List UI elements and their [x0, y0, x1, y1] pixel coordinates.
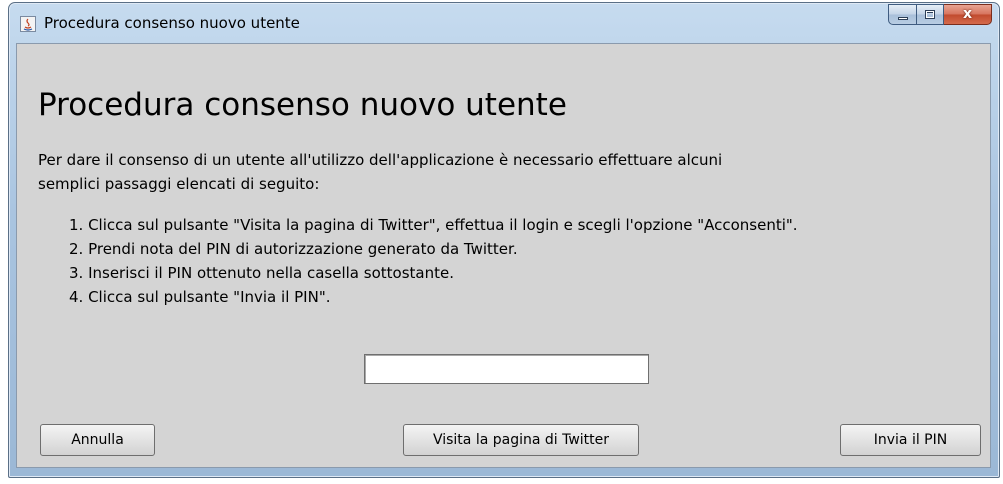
- java-icon[interactable]: [20, 16, 36, 32]
- minimize-button[interactable]: [888, 4, 917, 25]
- window-title: Procedura consenso nuovo utente: [44, 14, 300, 32]
- step-item: 3. Inserisci il PIN ottenuto nella casel…: [69, 264, 454, 282]
- cancel-button[interactable]: Annulla: [40, 424, 155, 456]
- dialog-window: Procedura consenso nuovo utente x Proced…: [8, 2, 1000, 478]
- maximize-button[interactable]: [917, 4, 944, 25]
- intro-line: semplici passaggi elencati di seguito:: [38, 175, 320, 193]
- step-item: 1. Clicca sul pulsante "Visita la pagina…: [69, 216, 798, 234]
- close-icon: x: [962, 6, 973, 22]
- step-item: 2. Prendi nota del PIN di autorizzazione…: [69, 240, 518, 258]
- step-item: 4. Clicca sul pulsante "Invia il PIN".: [69, 288, 331, 306]
- window-controls: x: [888, 4, 992, 25]
- title-bar[interactable]: Procedura consenso nuovo utente x: [9, 3, 999, 43]
- send-pin-button[interactable]: Invia il PIN: [840, 424, 981, 456]
- intro-line: Per dare il consenso di un utente all'ut…: [38, 151, 723, 169]
- maximize-icon: [925, 10, 935, 19]
- intro-text: Per dare il consenso di un utente all'ut…: [38, 148, 722, 196]
- page-title: Procedura consenso nuovo utente: [38, 87, 567, 123]
- minimize-icon: [898, 17, 908, 20]
- visit-twitter-button[interactable]: Visita la pagina di Twitter: [403, 424, 639, 456]
- steps-list: 1. Clicca sul pulsante "Visita la pagina…: [69, 213, 798, 309]
- close-button[interactable]: x: [944, 4, 992, 25]
- pin-input[interactable]: [364, 354, 649, 384]
- dialog-content: Procedura consenso nuovo utente Per dare…: [16, 43, 991, 468]
